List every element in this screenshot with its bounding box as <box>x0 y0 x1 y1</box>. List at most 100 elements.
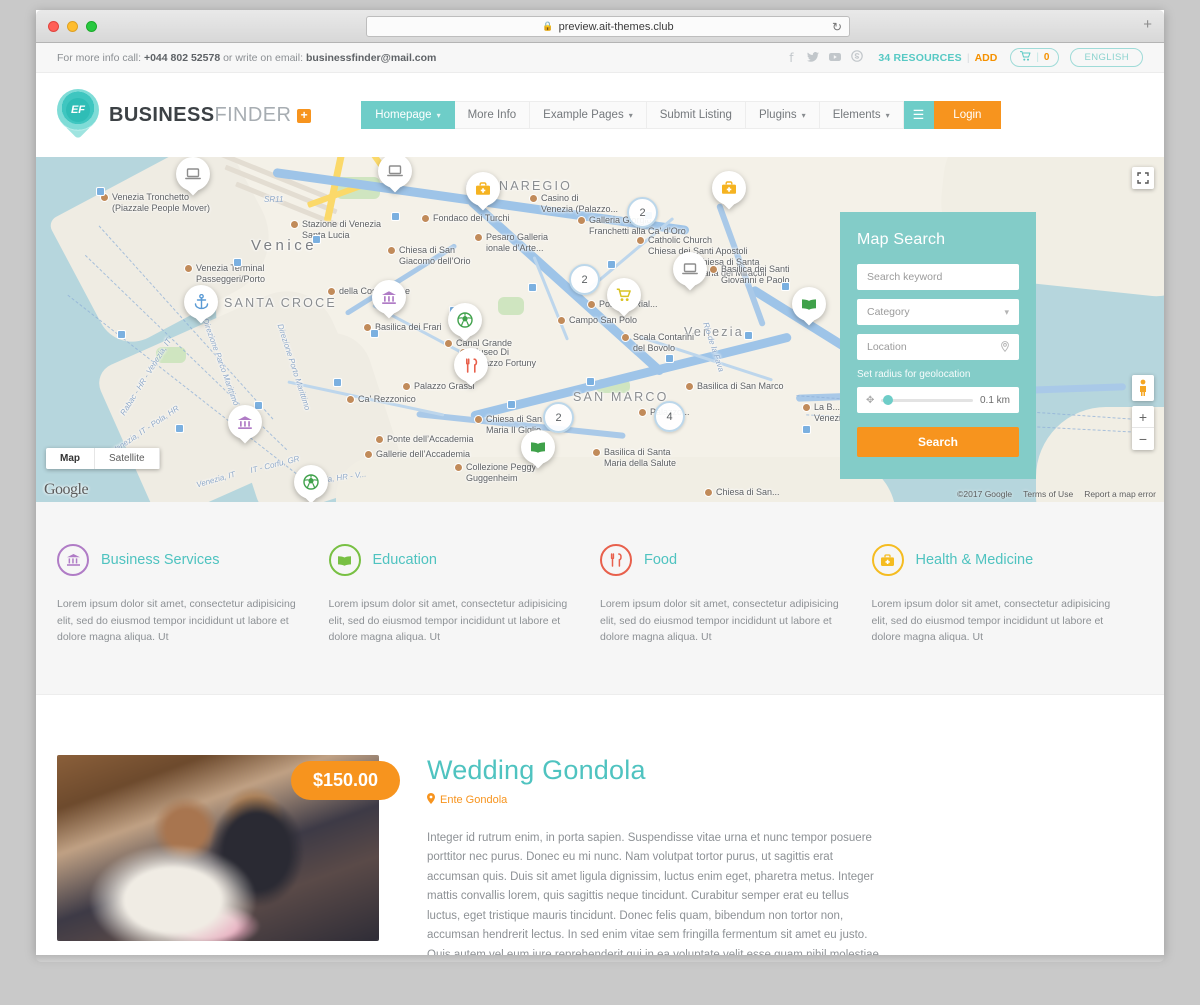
map-type-satellite-button[interactable]: Satellite <box>95 448 160 469</box>
radius-value: 0.1 km <box>979 394 1010 406</box>
category-select[interactable]: Category ▾ <box>857 299 1019 325</box>
street-view-pegman-icon[interactable] <box>1132 375 1154 401</box>
category-title: Health & Medicine <box>915 552 1034 568</box>
map-poi-label[interactable]: Ca' Rezzonico <box>358 394 416 405</box>
map-poi-dot <box>184 264 193 273</box>
offer-title[interactable]: Wedding Gondola <box>427 755 1143 786</box>
map-zoom-controls: + − <box>1132 406 1154 450</box>
medical-bag-icon <box>466 172 500 206</box>
add-link[interactable]: ADD <box>975 52 998 64</box>
map-marker-soccer[interactable] <box>448 303 482 347</box>
map-poi-label[interactable]: Casino di Venezia (Palazzo... <box>541 193 618 214</box>
map-marker-medical-bag[interactable] <box>466 172 500 216</box>
nav-item-more-info[interactable]: More Info <box>454 101 531 129</box>
map-marker-cart[interactable] <box>607 278 641 322</box>
contact-info: For more info call: +044 802 52578 or wr… <box>57 52 780 64</box>
offer-description: Integer id rutrum enim, in porta sapien.… <box>427 831 879 956</box>
map-poi-label[interactable]: Gallerie dell’Accademia <box>376 449 470 460</box>
nav-item-example-pages[interactable]: Example Pages ▾ <box>530 101 647 129</box>
maximize-window-button[interactable] <box>86 21 97 32</box>
map-poi-label[interactable]: Ponte dell’Accademia <box>387 434 474 445</box>
address-bar[interactable]: 🔒 preview.ait-themes.club ↻ <box>366 16 850 37</box>
map-type-map-button[interactable]: Map <box>46 448 95 469</box>
map-poi-label[interactable]: Scala Contarini del Bovolo <box>633 332 694 353</box>
youtube-icon[interactable] <box>824 51 846 65</box>
map-poi-label[interactable]: Basilica di Santa Maria della Salute <box>604 447 676 468</box>
map-marker-soccer[interactable] <box>294 465 328 502</box>
map-marker-laptop[interactable] <box>378 157 412 198</box>
nav-item-homepage[interactable]: Homepage ▾ <box>361 101 455 129</box>
map-marker-anchor[interactable] <box>184 285 218 329</box>
map-cluster-marker[interactable]: 4 <box>654 401 685 432</box>
close-window-button[interactable] <box>48 21 59 32</box>
map-marker-laptop[interactable] <box>176 157 210 201</box>
anchor-icon <box>184 285 218 319</box>
url-text: preview.ait-themes.club <box>558 20 674 33</box>
nav-label: Submit Listing <box>659 109 732 121</box>
map-poi-dot <box>290 220 299 229</box>
login-button[interactable]: Login <box>934 101 1002 129</box>
category-card-education[interactable]: Education Lorem ipsum dolor sit amet, co… <box>328 544 601 646</box>
category-description: Lorem ipsum dolor sit amet, consectetur … <box>871 598 1111 643</box>
map-marker-restaurant[interactable] <box>454 348 488 392</box>
hamburger-menu-icon[interactable]: ☰ <box>903 101 935 129</box>
twitter-icon[interactable] <box>802 51 824 65</box>
category-card-food[interactable]: Food Lorem ipsum dolor sit amet, consect… <box>600 544 872 646</box>
search-keyword-input[interactable]: Search keyword <box>857 264 1019 290</box>
map-poi-label[interactable]: Venezia Terminal Passeggeri/Porto <box>196 263 265 284</box>
skype-icon[interactable] <box>846 50 868 65</box>
radius-slider-knob[interactable] <box>883 395 894 405</box>
language-selector[interactable]: ENGLISH <box>1070 48 1143 67</box>
terms-of-use-link[interactable]: Terms of Use <box>1023 489 1073 499</box>
map-poi-label[interactable]: Pesaro Galleria ionale d’Arte... <box>486 232 548 253</box>
zoom-in-button[interactable]: + <box>1132 406 1154 428</box>
facebook-icon[interactable]: f <box>780 51 802 65</box>
map-cluster-marker[interactable]: 2 <box>569 264 600 295</box>
fullscreen-icon[interactable] <box>1132 167 1154 189</box>
map-marker-museum[interactable] <box>228 405 262 449</box>
reload-icon[interactable]: ↻ <box>832 20 842 34</box>
zoom-out-button[interactable]: − <box>1132 428 1154 450</box>
map-poi-dot <box>685 382 694 391</box>
report-map-error-link[interactable]: Report a map error <box>1084 489 1156 499</box>
map-area-label: Venice <box>251 237 318 254</box>
map-transit-marker <box>333 378 342 387</box>
map-cluster-marker[interactable]: 2 <box>543 402 574 433</box>
resources-link[interactable]: 34 RESOURCES <box>878 52 962 64</box>
map-marker-book[interactable] <box>792 287 826 331</box>
offer-location[interactable]: Ente Gondola <box>427 792 1143 807</box>
map-poi-label[interactable]: Basilica dei Santi Giovanni e Paolo <box>721 264 790 285</box>
category-card-business-services[interactable]: Business Services Lorem ipsum dolor sit … <box>57 544 329 646</box>
nav-item-elements[interactable]: Elements ▾ <box>819 101 904 129</box>
map-marker-laptop[interactable] <box>673 252 707 296</box>
map-poi-label[interactable]: Chiesa di San... <box>716 487 780 498</box>
radius-slider-track[interactable] <box>881 395 973 405</box>
map-marker-medical-bag[interactable] <box>712 171 746 215</box>
map-cluster-marker[interactable]: 2 <box>627 197 658 228</box>
museum-icon <box>228 405 262 439</box>
cart-separator: | <box>1036 52 1039 63</box>
map-poi-dot <box>802 403 811 412</box>
lock-icon: 🔒 <box>542 21 554 31</box>
topbar-actions: f 34 RESOURCES | ADD | 0 ENGLISH <box>780 48 1143 67</box>
nav-item-submit-listing[interactable]: Submit Listing <box>646 101 746 129</box>
map-transit-marker <box>96 187 105 196</box>
map-marker-book[interactable] <box>521 430 555 474</box>
map-area[interactable]: CANNAREGIO SANTA CROCE SAN MARCO Venice Vene… <box>36 157 1164 502</box>
cart-button[interactable]: | 0 <box>1010 48 1060 67</box>
map-marker-museum[interactable] <box>372 280 406 324</box>
contact-middle: or write on email: <box>220 51 306 64</box>
nav-label: Homepage <box>375 109 432 121</box>
map-poi-label[interactable]: Chiesa di San Giacomo dell’Orio <box>399 245 471 266</box>
location-input[interactable]: Location <box>857 334 1019 360</box>
category-title: Food <box>644 552 678 568</box>
browser-titlebar: 🔒 preview.ait-themes.club ↻ + <box>36 10 1164 43</box>
map-search-button[interactable]: Search <box>857 427 1019 457</box>
category-card-health-medicine[interactable]: Health & Medicine Lorem ipsum dolor sit … <box>871 544 1144 646</box>
nav-item-plugins[interactable]: Plugins ▾ <box>745 101 820 129</box>
radius-slider-row[interactable]: ✥ 0.1 km <box>857 387 1019 413</box>
map-poi-label[interactable]: Basilica di San Marco <box>697 381 784 392</box>
new-tab-button[interactable]: + <box>1143 17 1152 32</box>
site-logo[interactable]: EF BUSINESSFINDER + <box>57 89 312 141</box>
minimize-window-button[interactable] <box>67 21 78 32</box>
